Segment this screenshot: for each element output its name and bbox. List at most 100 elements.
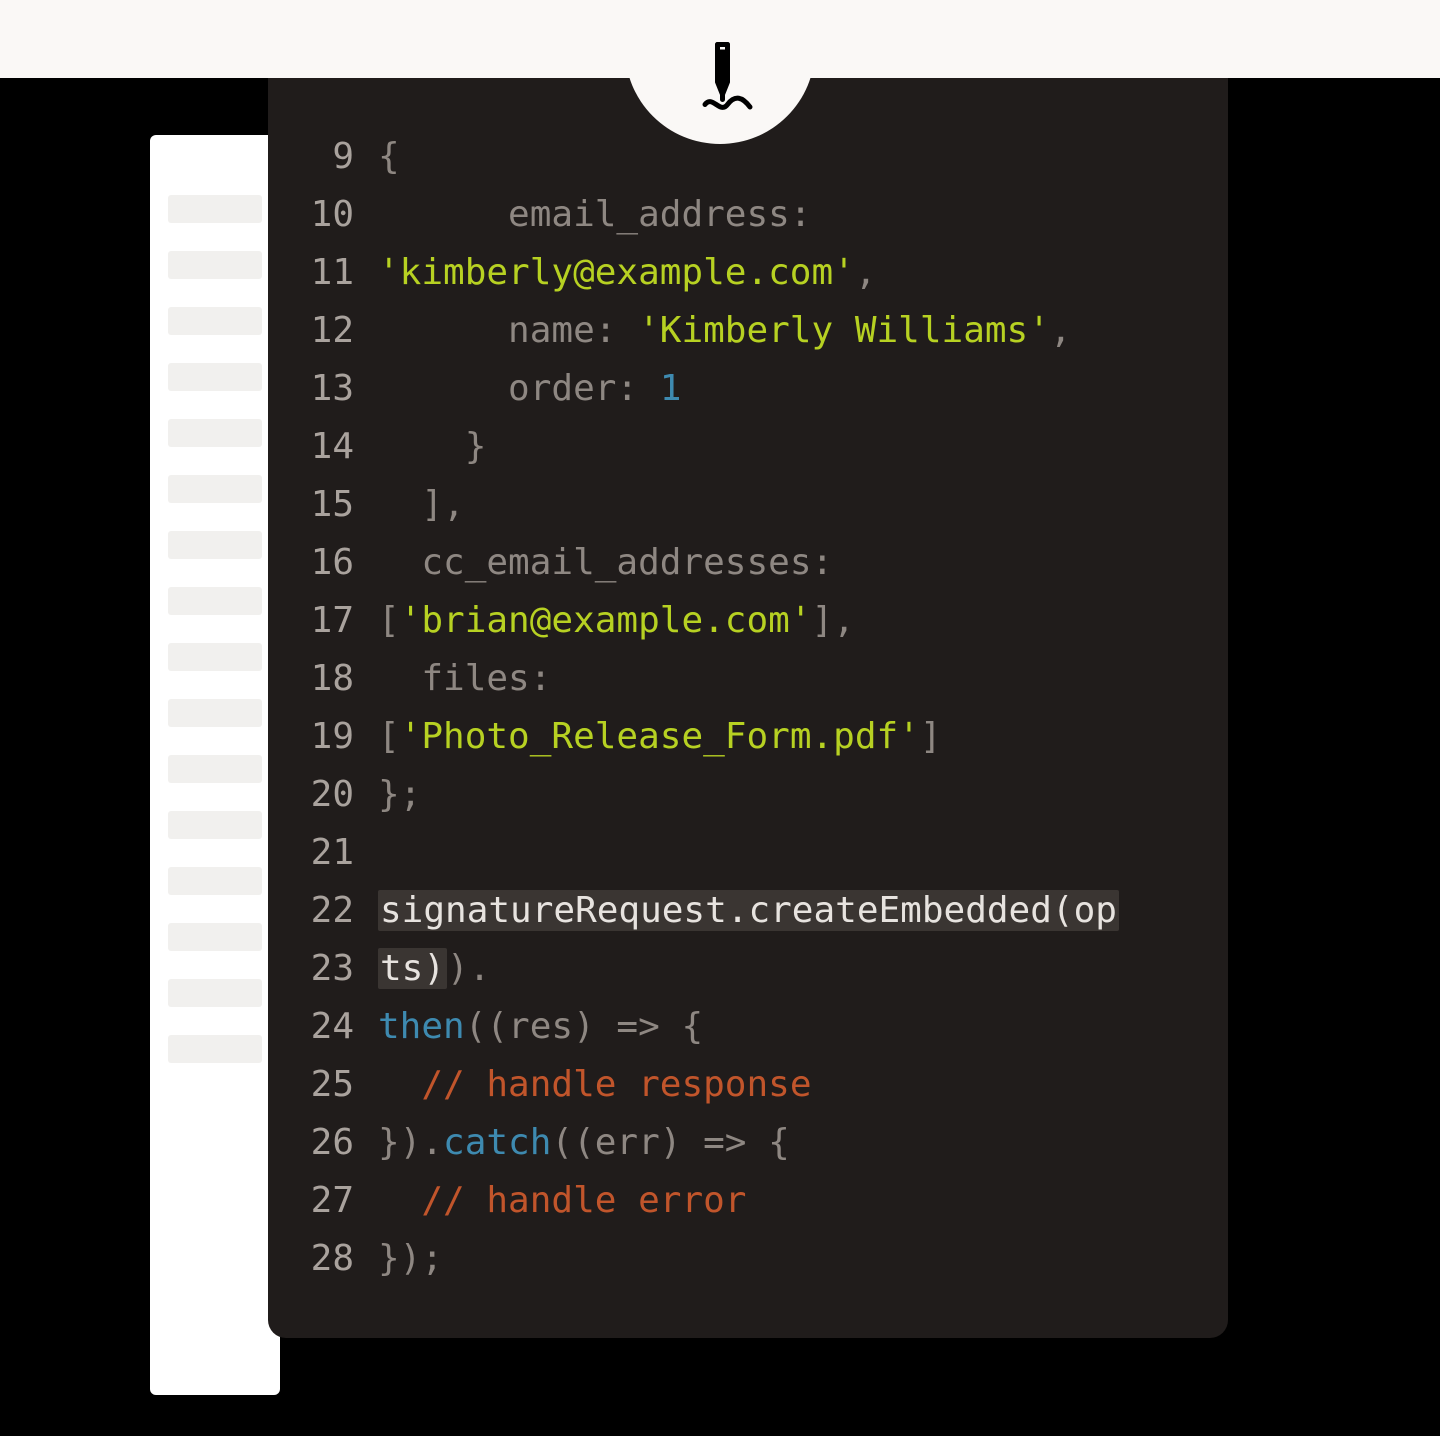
code-token: files: xyxy=(378,658,573,699)
code-token: ((res) => { xyxy=(465,1006,703,1047)
doc-placeholder-line xyxy=(168,699,262,727)
doc-placeholder-line xyxy=(168,587,262,615)
line-number: 15 xyxy=(308,476,378,534)
code-content[interactable]: ['Photo_Release_Form.pdf'] xyxy=(378,708,1188,766)
doc-placeholder-line xyxy=(168,475,262,503)
code-line[interactable]: 26}).catch((err) => { xyxy=(308,1114,1188,1172)
code-token: [ xyxy=(378,600,400,641)
code-token: 1 xyxy=(660,368,682,409)
doc-placeholder-line xyxy=(168,643,262,671)
code-token: ). xyxy=(447,948,490,989)
code-content[interactable]: signatureRequest.createEmbedded(op xyxy=(378,882,1188,940)
document-preview-peek xyxy=(150,135,280,1395)
code-line[interactable]: 21 xyxy=(308,824,1188,882)
code-line[interactable]: 11'kimberly@example.com', xyxy=(308,244,1188,302)
code-token: }). xyxy=(378,1122,443,1163)
code-line[interactable]: 27 // handle error xyxy=(308,1172,1188,1230)
code-token: } xyxy=(378,426,486,467)
code-content[interactable]: email_address: xyxy=(378,186,1188,244)
code-line[interactable]: 10 email_address: xyxy=(308,186,1188,244)
line-number: 22 xyxy=(308,882,378,940)
code-lines-container: 9{10 email_address: 11'kimberly@example.… xyxy=(308,128,1188,1288)
code-line[interactable]: 17['brian@example.com'], xyxy=(308,592,1188,650)
code-token: signatureRequest.createEmbedded(op xyxy=(378,890,1119,931)
code-token: then xyxy=(378,1006,465,1047)
line-number: 18 xyxy=(308,650,378,708)
code-line[interactable]: 14 } xyxy=(308,418,1188,476)
code-content[interactable]: ts)). xyxy=(378,940,1188,998)
code-content[interactable]: cc_email_addresses: xyxy=(378,534,1188,592)
line-number: 24 xyxy=(308,998,378,1056)
doc-placeholder-line xyxy=(168,531,262,559)
code-token: 'brian@example.com' xyxy=(400,600,812,641)
code-token: 'Kimberly Williams' xyxy=(638,310,1050,351)
code-line[interactable]: 20}; xyxy=(308,766,1188,824)
code-line[interactable]: 19['Photo_Release_Form.pdf'] xyxy=(308,708,1188,766)
line-number: 16 xyxy=(308,534,378,592)
code-token: { xyxy=(378,136,400,177)
doc-placeholder-line xyxy=(168,251,262,279)
code-line[interactable]: 24then((res) => { xyxy=(308,998,1188,1056)
line-number: 25 xyxy=(308,1056,378,1114)
code-editor-panel[interactable]: 9{10 email_address: 11'kimberly@example.… xyxy=(268,78,1228,1338)
line-number: 21 xyxy=(308,824,378,882)
code-token: catch xyxy=(443,1122,551,1163)
line-number: 27 xyxy=(308,1172,378,1230)
code-content[interactable]: 'kimberly@example.com', xyxy=(378,244,1188,302)
code-content[interactable]: // handle error xyxy=(378,1172,1188,1230)
doc-placeholder-line xyxy=(168,867,262,895)
code-token: order: xyxy=(378,368,660,409)
code-token: , xyxy=(1050,310,1072,351)
code-content[interactable]: then((res) => { xyxy=(378,998,1188,1056)
code-content[interactable]: { xyxy=(378,128,1188,186)
code-token: }); xyxy=(378,1238,443,1279)
code-line[interactable]: 28}); xyxy=(308,1230,1188,1288)
code-token: // handle error xyxy=(378,1180,746,1221)
code-line[interactable]: 18 files: xyxy=(308,650,1188,708)
code-line[interactable]: 12 name: 'Kimberly Williams', xyxy=(308,302,1188,360)
code-content[interactable]: files: xyxy=(378,650,1188,708)
code-token: ], xyxy=(378,484,465,525)
line-number: 26 xyxy=(308,1114,378,1172)
doc-placeholder-line xyxy=(168,755,262,783)
code-content[interactable]: } xyxy=(378,418,1188,476)
code-content[interactable]: }; xyxy=(378,766,1188,824)
doc-placeholder-line xyxy=(168,363,262,391)
code-token: name: xyxy=(378,310,638,351)
code-content[interactable]: ['brian@example.com'], xyxy=(378,592,1188,650)
line-number: 28 xyxy=(308,1230,378,1288)
code-content[interactable]: order: 1 xyxy=(378,360,1188,418)
code-token: email_address: xyxy=(378,194,833,235)
code-token: // handle response xyxy=(378,1064,812,1105)
doc-placeholder-line xyxy=(168,307,262,335)
code-line[interactable]: 22signatureRequest.createEmbedded(op xyxy=(308,882,1188,940)
line-number: 9 xyxy=(308,128,378,186)
code-content[interactable]: }); xyxy=(378,1230,1188,1288)
code-line[interactable]: 25 // handle response xyxy=(308,1056,1188,1114)
code-content[interactable]: ], xyxy=(378,476,1188,534)
code-token: cc_email_addresses: xyxy=(378,542,855,583)
code-token: ], xyxy=(812,600,855,641)
code-token: , xyxy=(855,252,877,293)
line-number: 23 xyxy=(308,940,378,998)
code-line[interactable]: 15 ], xyxy=(308,476,1188,534)
code-token: ts) xyxy=(378,948,447,989)
code-content[interactable]: }).catch((err) => { xyxy=(378,1114,1188,1172)
doc-placeholder-line xyxy=(168,923,262,951)
doc-placeholder-line xyxy=(168,195,262,223)
code-line[interactable]: 16 cc_email_addresses: xyxy=(308,534,1188,592)
line-number: 14 xyxy=(308,418,378,476)
code-content[interactable]: // handle response xyxy=(378,1056,1188,1114)
doc-placeholder-line xyxy=(168,811,262,839)
line-number: 19 xyxy=(308,708,378,766)
code-token: 'Photo_Release_Form.pdf' xyxy=(400,716,920,757)
doc-placeholder-line xyxy=(168,1035,262,1063)
code-line[interactable]: 13 order: 1 xyxy=(308,360,1188,418)
line-number: 12 xyxy=(308,302,378,360)
line-number: 10 xyxy=(308,186,378,244)
code-token: [ xyxy=(378,716,400,757)
code-line[interactable]: 23ts)). xyxy=(308,940,1188,998)
line-number: 20 xyxy=(308,766,378,824)
code-content[interactable]: name: 'Kimberly Williams', xyxy=(378,302,1188,360)
line-number: 11 xyxy=(308,244,378,302)
